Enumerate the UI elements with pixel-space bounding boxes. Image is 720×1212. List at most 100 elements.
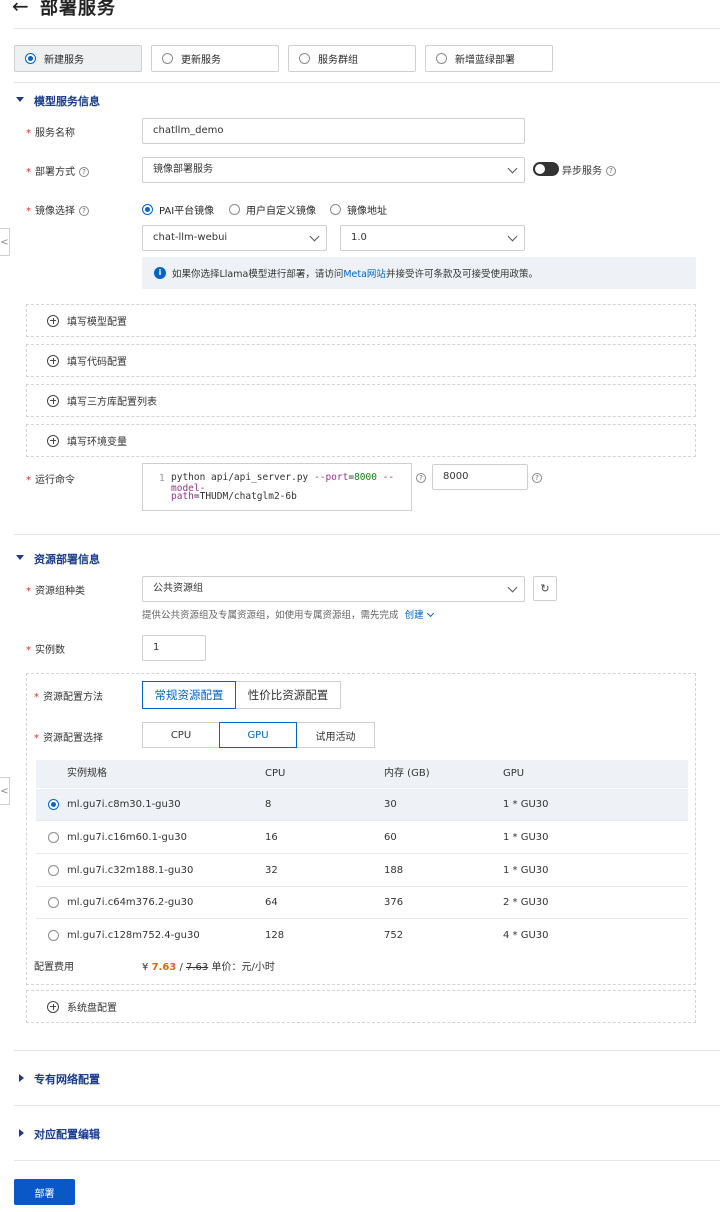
service-type-group[interactable]: 服务群组 (288, 45, 416, 72)
radio-icon (330, 204, 341, 215)
radio-icon (48, 865, 59, 876)
service-type-label: 更新服务 (181, 55, 221, 66)
help-icon: ? (79, 167, 89, 177)
back-arrow-icon[interactable]: ← (12, 0, 29, 18)
header-divider (14, 28, 720, 29)
tab-cpu[interactable]: CPU (142, 722, 220, 748)
service-type-new[interactable]: 新建服务 (14, 45, 142, 72)
service-type-bluegreen[interactable]: 新增蓝绿部署 (425, 45, 553, 72)
chevron-left-icon: < (0, 236, 9, 248)
radio-icon (436, 53, 447, 64)
fee-value: ¥ 7.63 / 7.63 单价：元/小时 (142, 962, 275, 973)
image-version-value: 1.0 (351, 232, 367, 243)
config-method-standard[interactable]: 常规资源配置 (142, 681, 236, 709)
config-select-label: * 资源配置选择 (34, 733, 103, 744)
notice-text: 如果你选择Llama模型进行部署，请访问 (172, 269, 344, 280)
table-row[interactable]: ml.gu7i.c8m30.1-gu30 8 30 1 * GU30 (36, 789, 688, 821)
table-header: 实例规格 CPU 内存 (GB) GPU (36, 760, 688, 788)
divider (14, 534, 720, 535)
collapse-handle[interactable]: < (0, 777, 10, 805)
config-method-costeffective[interactable]: 性价比资源配置 (235, 681, 341, 709)
async-toggle[interactable] (533, 162, 559, 176)
section-toggle-config-edit[interactable] (19, 1129, 24, 1137)
panel-library-config[interactable]: 填写三方库配置列表 (26, 384, 696, 417)
instances-input[interactable]: 1 (142, 635, 206, 661)
plus-circle-icon (47, 434, 59, 447)
panel-model-config[interactable]: 填写模型配置 (26, 304, 696, 337)
service-type-label: 新增蓝绿部署 (455, 55, 515, 66)
panel-code-config[interactable]: 填写代码配置 (26, 344, 696, 377)
service-type-update[interactable]: 更新服务 (151, 45, 279, 72)
image-source-custom[interactable]: 用户自定义镜像 (229, 202, 316, 217)
help-icon: ? (79, 206, 89, 216)
caret-down-icon (16, 555, 24, 560)
chevron-down-icon (507, 582, 518, 593)
radio-icon (25, 53, 36, 64)
tab-gpu[interactable]: GPU (219, 722, 297, 748)
config-method-group: 常规资源配置 性价比资源配置 (142, 681, 341, 709)
service-type-label: 新建服务 (44, 55, 84, 66)
image-name-select[interactable]: chat-llm-webui (142, 225, 327, 251)
image-source-pai[interactable]: PAI平台镜像 (142, 202, 214, 217)
fee-price: 7.63 (151, 962, 177, 973)
section-title-vpc[interactable]: 专有网络配置 (34, 1071, 100, 1087)
refresh-button[interactable]: ↻ (533, 576, 557, 601)
image-version-select[interactable]: 1.0 (340, 225, 525, 251)
image-source-address[interactable]: 镜像地址 (330, 202, 387, 217)
radio-icon (299, 53, 310, 64)
column-header: CPU (265, 768, 286, 779)
fee-label: 配置费用 (34, 962, 74, 973)
create-link[interactable]: 创建 (405, 609, 434, 621)
radio-icon (48, 897, 59, 908)
group-type-select[interactable]: 公共资源组 (142, 576, 525, 602)
run-command-editor[interactable]: 1 python api/api_server.py --port=8000 -… (142, 463, 412, 511)
radio-icon (48, 832, 59, 843)
caret-right-icon (19, 1129, 24, 1137)
group-type-label: * 资源组种类 (26, 586, 85, 597)
section-toggle-model[interactable] (16, 97, 24, 102)
meta-link[interactable]: Meta网站 (343, 266, 386, 280)
async-label: 异步服务? (562, 162, 616, 177)
panel-env-vars[interactable]: 填写环境变量 (26, 424, 696, 457)
table-row[interactable]: ml.gu7i.c16m60.1-gu30 16 60 1 * GU30 (36, 822, 688, 854)
help-icon: ? (532, 473, 542, 483)
chevron-down-icon (426, 609, 434, 618)
section-toggle-vpc[interactable] (19, 1074, 24, 1082)
plus-circle-icon (47, 354, 59, 367)
column-header: 实例规格 (67, 768, 107, 779)
line-number: 1 (159, 473, 165, 484)
panel-system-disk[interactable]: 系统盘配置 (26, 990, 696, 1023)
help-icon: ? (416, 473, 426, 483)
deploy-method-select[interactable]: 镜像部署服务 (142, 157, 525, 183)
collapse-handle[interactable]: < (0, 228, 10, 256)
chevron-down-icon (309, 231, 320, 242)
instances-label: * 实例数 (26, 645, 65, 656)
section-title-config-edit[interactable]: 对应配置编辑 (34, 1126, 100, 1142)
section-title-resource: 资源部署信息 (34, 553, 100, 566)
divider (14, 1050, 720, 1051)
chevron-left-icon: < (0, 785, 9, 797)
service-name-input[interactable]: chatllm_demo (142, 118, 525, 144)
table-row[interactable]: ml.gu7i.c64m376.2-gu30 64 376 2 * GU30 (36, 887, 688, 919)
info-icon: i (154, 267, 166, 279)
code-line-2: path=THUDM/chatglm2-6b (171, 491, 297, 502)
deploy-button[interactable]: 部署 (14, 1179, 75, 1205)
plus-circle-icon (47, 1000, 59, 1013)
section-toggle-resource[interactable] (16, 555, 24, 560)
port-input[interactable]: 8000 (432, 464, 528, 490)
radio-icon (48, 799, 59, 810)
table-row[interactable]: ml.gu7i.c128m752.4-gu30 128 752 4 * GU30 (36, 920, 688, 952)
service-name-label: * 服务名称 (26, 128, 75, 139)
tab-trial[interactable]: 试用活动 (296, 722, 375, 748)
chevron-down-icon (507, 163, 518, 174)
section-title-model: 模型服务信息 (34, 95, 100, 108)
page-title: 部署服务 (40, 0, 116, 19)
divider (14, 82, 720, 83)
radio-icon (48, 930, 59, 941)
table-row[interactable]: ml.gu7i.c32m188.1-gu30 32 188 1 * GU30 (36, 855, 688, 887)
run-command-label: * 运行命令 (26, 475, 75, 486)
group-type-value: 公共资源组 (153, 583, 203, 594)
chevron-down-icon (507, 231, 518, 242)
caret-down-icon (16, 97, 24, 102)
column-header: 内存 (GB) (384, 768, 430, 779)
